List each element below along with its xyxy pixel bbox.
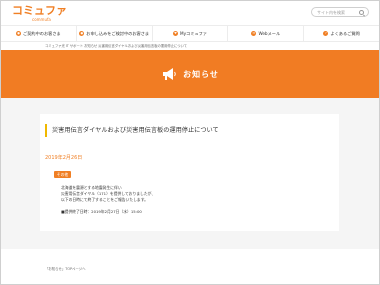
logo-subtext: commufa (32, 17, 51, 22)
page-title: お知らせ (183, 69, 219, 79)
search-placeholder: サイト内を検索 (317, 10, 345, 15)
category-badge: その他 (54, 171, 71, 178)
content-area: 災害用伝言ダイヤルおよび災害用伝言板の運用停止について 2019年2月26日 そ… (1, 98, 379, 249)
news-top-link[interactable]: 「お知らせ」TOPページへ (45, 267, 86, 272)
search-icon[interactable] (359, 10, 364, 15)
question-icon: ? (323, 31, 329, 36)
nav-item-my-commufa[interactable]: ♥ Myコミュファ (153, 26, 229, 41)
nav-label: Webメール (258, 30, 281, 36)
footer-links: 「お知らせ」TOPページへ (45, 267, 90, 272)
nav-item-faq[interactable]: ? よくあるご質問 (304, 26, 379, 41)
nav-item-webmail[interactable]: ✉ Webメール (228, 26, 305, 41)
mail-icon: ✉ (251, 31, 257, 36)
article-card: 災害用伝言ダイヤルおよび災害用伝言板の運用停止について 2019年2月26日 そ… (40, 114, 339, 231)
logo-text: コミュファ (12, 4, 67, 17)
page-hero: お知らせ (1, 50, 379, 98)
document-icon: ● (79, 31, 85, 36)
nav-item-prospective-customers[interactable]: ● お申し込みをご検討中のお客さま (77, 26, 153, 41)
article-date: 2019年2月26日 (45, 155, 83, 161)
search-input[interactable]: サイト内を検索 (311, 7, 369, 17)
body-line: 以下の日時にて終了することをご報告いたします。 (61, 197, 148, 202)
site-header: コミュファ commufa サイト内を検索 ● ご契約中のお客さま ● お申し込… (1, 1, 379, 43)
nav-label: よくあるご質問 (330, 30, 360, 36)
article-body: 北海道を震源とする地震発生に伴い 災害用伝言ダイヤル（171）を提供しておりまし… (61, 185, 155, 203)
nav-label: ご契約中のお客さま (23, 30, 61, 36)
nav-item-current-customers[interactable]: ● ご契約中のお客さま (1, 26, 77, 41)
global-nav: ● ご契約中のお客さま ● お申し込みをご検討中のお客さま ♥ Myコミュファ … (1, 25, 379, 42)
service-end-datetime: ■提供終了日時：2019年2月27日（水）15:00 (61, 209, 142, 214)
person-icon: ● (16, 31, 22, 36)
heart-icon: ♥ (172, 31, 178, 36)
nav-label: お申し込みをご検討中のお客さま (86, 30, 150, 36)
breadcrumb[interactable]: コミュファ光 IT サポート お知らせ 災害用伝言ダイヤルおよび災害用伝言板の運… (45, 44, 187, 49)
article-title: 災害用伝言ダイヤルおよび災害用伝言板の運用停止について (45, 124, 219, 137)
megaphone-icon (163, 68, 176, 80)
nav-label: Myコミュファ (179, 30, 207, 36)
commufa-logo[interactable]: コミュファ commufa (12, 4, 67, 23)
